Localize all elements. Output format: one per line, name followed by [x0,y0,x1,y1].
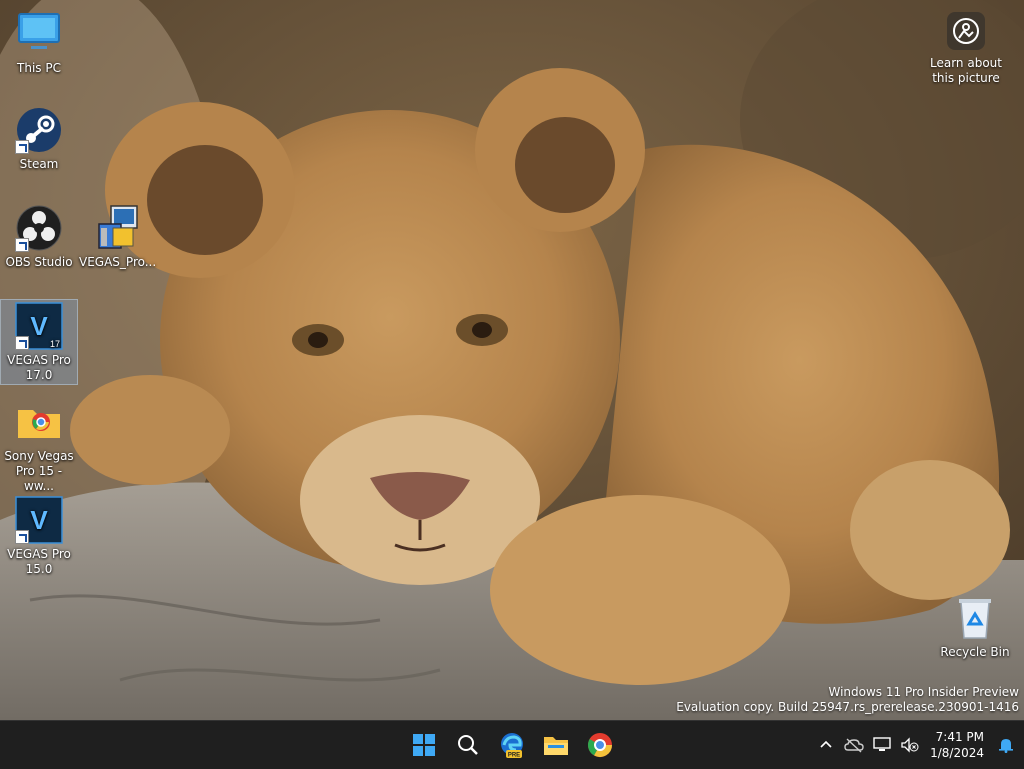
clock-time: 7:41 PM [935,730,984,744]
chrome-icon [587,733,612,758]
desktop-icon-recycle-bin[interactable]: Recycle Bin [937,594,1013,660]
start-button[interactable] [404,725,444,765]
bell-icon [999,739,1013,753]
clock[interactable]: 7:41 PM 1/8/2024 [924,729,992,761]
watermark-line1: Windows 11 Pro Insider Preview [828,685,1019,699]
recycle-bin-icon [951,594,999,642]
network-icon [873,737,891,751]
learn-label: Learn about this picture [930,56,1002,85]
installer-icon [93,204,141,252]
taskbar-pinned-apps: PRE [404,721,620,769]
chevron-up-icon [820,740,832,748]
shortcut-arrow-icon [15,336,29,350]
edge-beta-button[interactable]: PRE [492,725,532,765]
notifications-button[interactable] [992,729,1020,761]
folder-chrome-icon [15,398,63,446]
cloud-off-icon [844,738,864,753]
search-icon [458,735,478,755]
desktop-icon-sony-vegas-folder[interactable]: Sony Vegas Pro 15 - ww... [1,398,77,494]
learn-about-picture[interactable]: Learn about this picture [916,12,1016,86]
show-hidden-icons-button[interactable] [812,729,840,761]
os-watermark: Windows 11 Pro Insider Preview Evaluatio… [676,685,1019,715]
desktop-icon-label: VEGAS_Pro... [79,255,157,269]
desktop-icon-label: VEGAS Pro 17.0 [7,353,71,382]
lion-cub-wallpaper [0,0,1024,720]
desktop-icon-label: Steam [19,157,59,171]
desktop-icon-label: Sony Vegas Pro 15 - ww... [4,449,74,493]
svg-text:PRE: PRE [508,753,520,759]
shortcut-arrow-icon [15,140,29,154]
desktop-icon-label: OBS Studio [5,255,73,269]
search-button[interactable] [448,725,488,765]
desktop-icon-label: Recycle Bin [940,645,1010,659]
monitor-icon [15,10,63,58]
desktop-icon-vegas-pro-17[interactable]: V 17 VEGAS Pro 17.0 [0,299,78,385]
onedrive-button[interactable] [840,729,868,761]
camera-info-icon [947,12,985,50]
desktop-icon-vegas-pro-15[interactable]: V VEGAS Pro 15.0 [1,496,77,577]
desktop-icon-label: This PC [17,61,61,75]
desktop-icon-obs-studio[interactable]: OBS Studio [1,204,77,270]
desktop-icon-label: VEGAS Pro 15.0 [7,547,71,576]
clock-date: 1/8/2024 [930,746,984,760]
svg-text:V: V [30,311,48,341]
desktop-wallpaper [0,0,1024,720]
shortcut-arrow-icon [15,530,29,544]
network-button[interactable] [868,729,896,761]
windows-start-icon [413,734,435,756]
watermark-line2: Evaluation copy. Build 25947.rs_prerelea… [676,700,1019,714]
svg-text:V: V [30,505,48,535]
desktop-icon-this-pc[interactable]: This PC [1,10,77,76]
volume-button[interactable] [896,729,924,761]
desktop-icon-steam[interactable]: Steam [1,106,77,172]
obs-icon [15,204,63,252]
shortcut-arrow-icon [15,238,29,252]
folder-icon [544,737,568,755]
file-explorer-button[interactable] [536,725,576,765]
vegas-icon: V 17 [15,302,63,350]
desktop-icon-vegas-installer[interactable]: VEGAS_Pro... [79,204,157,270]
taskbar: PRE 7:41 PM 1/8/2024 [0,720,1024,769]
system-tray: 7:41 PM 1/8/2024 [812,721,1024,769]
edge-icon: PRE [501,733,523,759]
chrome-button[interactable] [580,725,620,765]
svg-text:17: 17 [50,339,60,349]
volume-muted-icon [901,737,919,753]
vegas-icon: V [15,496,63,544]
steam-icon [15,106,63,154]
